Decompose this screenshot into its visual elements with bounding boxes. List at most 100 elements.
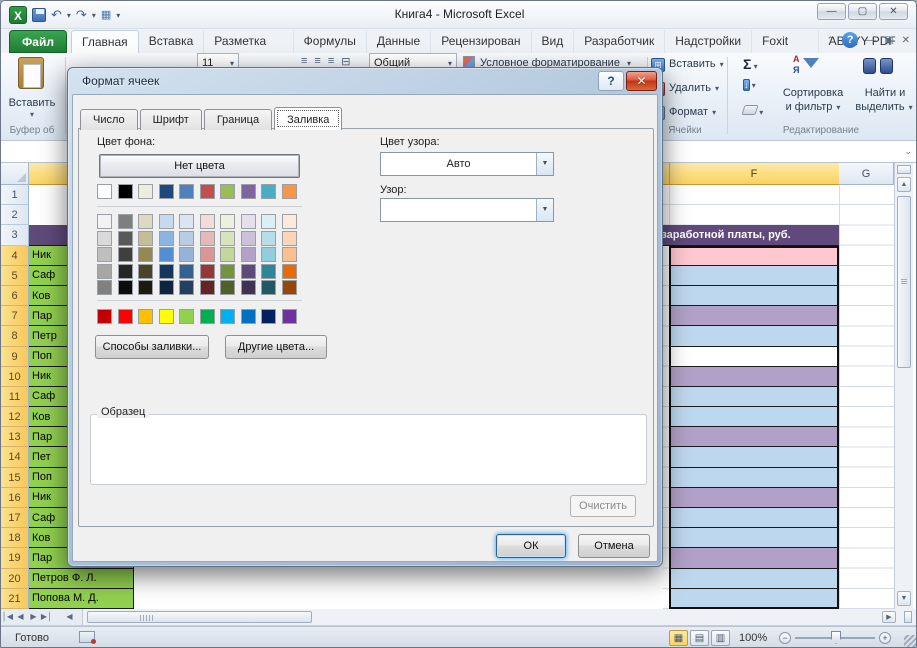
color-swatch[interactable] <box>241 264 256 279</box>
more-colors-button[interactable]: Другие цвета... <box>225 335 327 359</box>
color-swatch[interactable] <box>200 184 215 199</box>
color-swatch[interactable] <box>138 231 153 246</box>
cell-f18[interactable] <box>669 528 839 548</box>
view-page-break-button[interactable]: ▥ <box>711 630 730 646</box>
color-swatch[interactable] <box>118 231 133 246</box>
maximize-button[interactable]: ▢ <box>848 3 877 20</box>
row-header[interactable]: 19 <box>1 548 29 568</box>
formula-bar-expand-icon[interactable]: ⌄ <box>904 146 912 157</box>
ok-button[interactable]: ОК <box>496 534 566 558</box>
cell-f6[interactable] <box>669 286 839 306</box>
row-header[interactable]: 21 <box>1 589 29 609</box>
paste-button[interactable] <box>13 57 49 95</box>
workbook-restore-icon[interactable]: ▣ <box>884 35 893 46</box>
color-swatch[interactable] <box>220 309 235 324</box>
cell-f12[interactable] <box>669 407 839 427</box>
find-select-button[interactable]: выделить <box>853 101 915 113</box>
dialog-title[interactable]: Формат ячеек <box>82 74 159 88</box>
row-header[interactable]: 15 <box>1 468 29 488</box>
ribbon-tab-Разметка стра[interactable]: Разметка стра <box>204 30 293 53</box>
ribbon-collapse-icon[interactable]: ⌃ <box>827 35 835 46</box>
color-swatch[interactable] <box>282 184 297 199</box>
help-icon[interactable]: ? <box>842 32 858 48</box>
ribbon-tab-Главная[interactable]: Главная <box>71 30 139 53</box>
title-bar[interactable]: X ↶▾ ↷▾ ▦ ▾ Книга4 - Microsoft Excel — ▢… <box>1 1 917 29</box>
row-header[interactable]: 13 <box>1 427 29 447</box>
row-header[interactable]: 8 <box>1 326 29 346</box>
horizontal-scroll-thumb[interactable] <box>87 611 312 623</box>
color-swatch[interactable] <box>138 214 153 229</box>
cell-f10[interactable] <box>669 367 839 387</box>
color-swatch[interactable] <box>220 184 235 199</box>
view-page-layout-button[interactable]: ▤ <box>690 630 709 646</box>
color-swatch[interactable] <box>159 231 174 246</box>
dialog-tab-Шрифт[interactable]: Шрифт <box>140 109 202 130</box>
paste-dropdown-icon[interactable]: ▾ <box>3 110 61 119</box>
cancel-button[interactable]: Отмена <box>578 534 650 558</box>
column-header-g[interactable]: G <box>839 163 894 185</box>
row-header[interactable]: 7 <box>1 306 29 326</box>
color-swatch[interactable] <box>241 184 256 199</box>
color-swatch[interactable] <box>138 184 153 199</box>
row-header[interactable]: 5 <box>1 266 29 286</box>
cell-f5[interactable] <box>669 266 839 286</box>
color-swatch[interactable] <box>261 184 276 199</box>
row-header[interactable]: 1 <box>1 185 29 205</box>
resize-grip[interactable] <box>904 635 916 647</box>
color-swatch[interactable] <box>159 247 174 262</box>
color-swatch[interactable] <box>159 309 174 324</box>
color-swatch[interactable] <box>97 264 112 279</box>
ribbon-tab-Разработчик[interactable]: Разработчик <box>574 30 665 53</box>
select-all-corner[interactable] <box>1 163 29 185</box>
cell-f9[interactable] <box>669 347 839 367</box>
color-swatch[interactable] <box>200 214 215 229</box>
row-header[interactable]: 3 <box>1 225 29 245</box>
fill-effects-button[interactable]: Способы заливки... <box>95 335 209 359</box>
autosum-icon[interactable]: Σ ▾ <box>743 56 758 72</box>
color-swatch[interactable] <box>179 309 194 324</box>
tab-scroll-left-icon[interactable]: ◀ <box>63 609 76 625</box>
color-swatch[interactable] <box>261 264 276 279</box>
dialog-tab-Граница[interactable]: Граница <box>204 109 272 130</box>
cell-f19[interactable] <box>669 548 839 568</box>
tab-split-handle[interactable] <box>904 611 912 623</box>
color-swatch[interactable] <box>282 309 297 324</box>
zoom-in-icon[interactable]: + <box>879 632 891 644</box>
scrollbar-split-handle[interactable] <box>897 165 911 174</box>
color-swatch[interactable] <box>261 280 276 295</box>
dialog-tab-Заливка[interactable]: Заливка <box>274 107 342 130</box>
color-swatch[interactable] <box>159 280 174 295</box>
clear-button[interactable]: Очистить <box>570 495 636 517</box>
cell-a21[interactable]: Попова М. Д. <box>29 589 134 609</box>
next-sheet-icon[interactable]: ▶ <box>27 609 40 625</box>
color-swatch[interactable] <box>159 264 174 279</box>
zoom-slider-handle[interactable] <box>831 631 841 644</box>
color-swatch[interactable] <box>282 214 297 229</box>
color-swatch[interactable] <box>97 247 112 262</box>
color-swatch[interactable] <box>241 309 256 324</box>
row-header[interactable]: 18 <box>1 528 29 548</box>
color-swatch[interactable] <box>97 231 112 246</box>
cell-f8[interactable] <box>669 326 839 346</box>
workbook-minimize-icon[interactable]: — <box>866 35 876 46</box>
color-swatch[interactable] <box>97 309 112 324</box>
horizontal-scrollbar[interactable]: ▶ <box>82 609 917 625</box>
cell-f16[interactable] <box>669 488 839 508</box>
color-swatch[interactable] <box>97 214 112 229</box>
cell-f7[interactable] <box>669 306 839 326</box>
combo-arrow-icon[interactable] <box>536 199 553 221</box>
color-swatch[interactable] <box>282 264 297 279</box>
color-swatch[interactable] <box>220 214 235 229</box>
color-swatch[interactable] <box>118 214 133 229</box>
paste-label[interactable]: Вставить <box>3 97 61 109</box>
color-swatch[interactable] <box>200 247 215 262</box>
color-swatch[interactable] <box>118 309 133 324</box>
color-swatch[interactable] <box>138 280 153 295</box>
cell-f17[interactable] <box>669 508 839 528</box>
color-swatch[interactable] <box>282 231 297 246</box>
workbook-close-icon[interactable]: ✕ <box>902 35 910 46</box>
color-swatch[interactable] <box>220 231 235 246</box>
row-header[interactable]: 9 <box>1 347 29 367</box>
cells-format-button[interactable]: Формат <box>669 106 716 118</box>
no-color-button[interactable]: Нет цвета <box>99 154 300 178</box>
